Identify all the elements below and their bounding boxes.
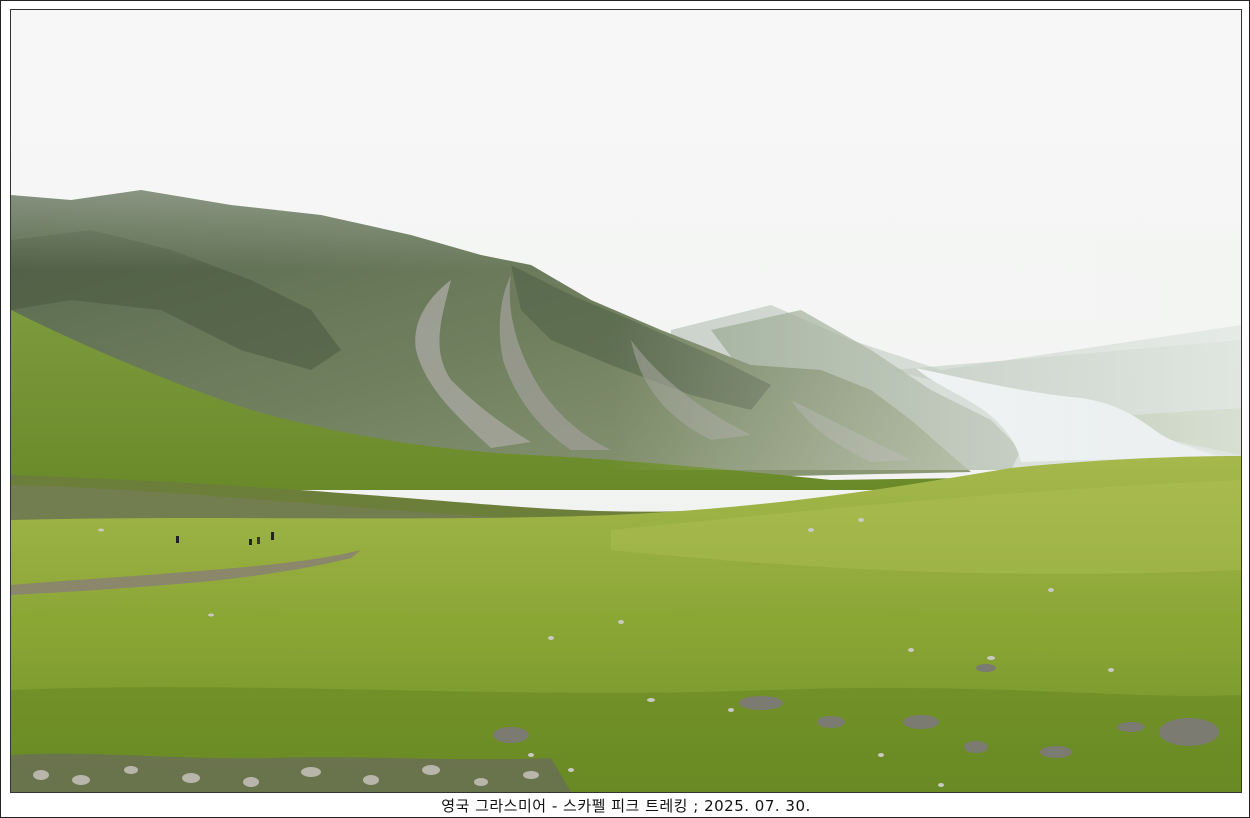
rock-band (11, 753, 571, 792)
photo-caption: 영국 그라스미어 - 스카펠 피크 트레킹 ; 2025. 07. 30. (441, 797, 811, 815)
photo-frame: 영국 그라스미어 - 스카펠 피크 트레킹 ; 2025. 07. 30. (0, 0, 1250, 818)
landscape-photo (10, 9, 1242, 793)
hiker (176, 536, 179, 543)
landscape-illustration (11, 10, 1241, 792)
mist (11, 10, 1241, 270)
